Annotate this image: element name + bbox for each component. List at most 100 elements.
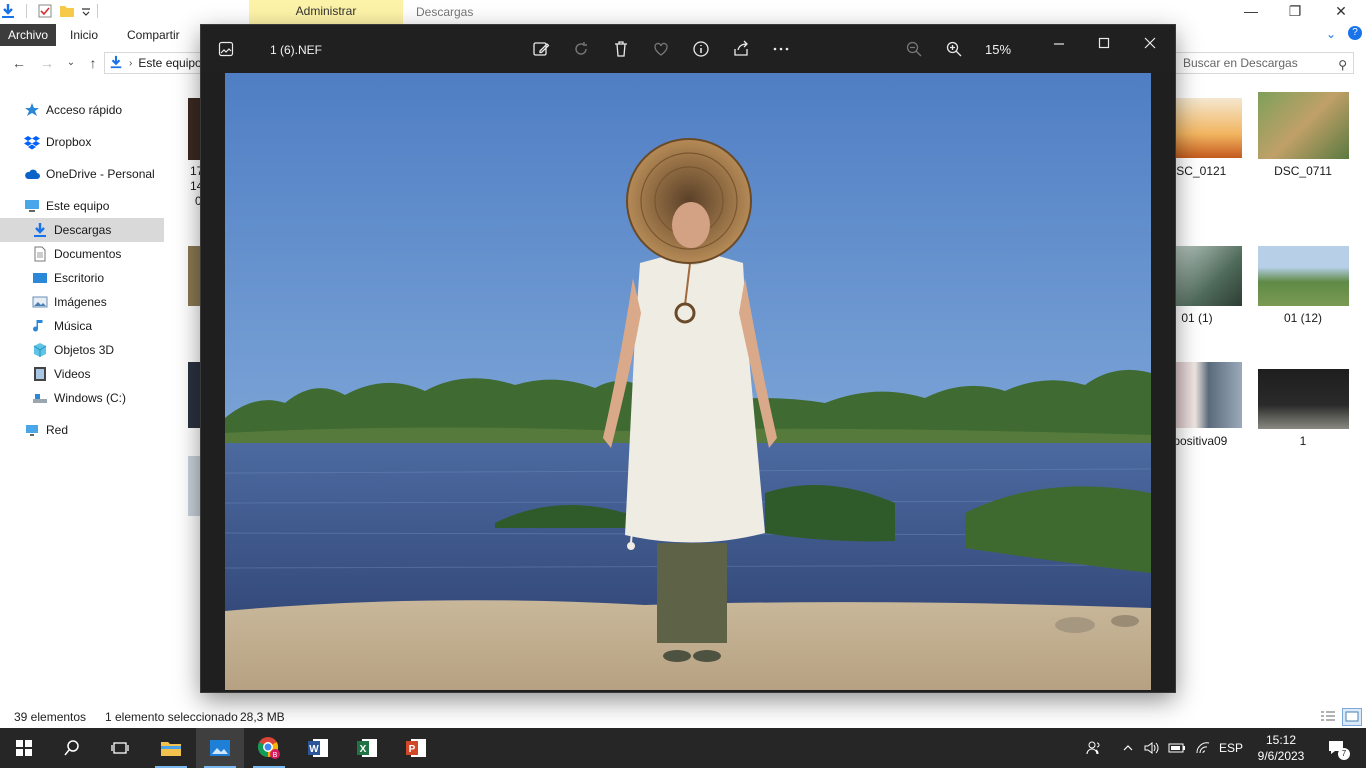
document-icon: [32, 246, 48, 262]
sidebar-item-windows-drive[interactable]: Windows (C:): [0, 386, 164, 410]
restore-button[interactable]: ❐: [1272, 0, 1318, 24]
file-label: 01 (12): [1283, 311, 1323, 325]
volume-icon[interactable]: [1142, 728, 1162, 768]
sidebar-item-desktop[interactable]: Escritorio: [0, 266, 164, 290]
file-thumbnail[interactable]: [188, 98, 202, 160]
file-thumbnail[interactable]: [1175, 246, 1242, 306]
sidebar-item-3d-objects[interactable]: Objetos 3D: [0, 338, 164, 362]
file-thumbnail[interactable]: [188, 246, 202, 306]
word-icon[interactable]: W: [294, 728, 342, 768]
photos-app-icon[interactable]: [196, 728, 244, 768]
more-options-icon[interactable]: [769, 37, 793, 61]
zoom-in-icon[interactable]: [942, 37, 966, 61]
cube-icon: [32, 342, 48, 358]
excel-icon[interactable]: X: [343, 728, 391, 768]
file-label: 1: [1299, 434, 1307, 448]
sidebar-item-documents[interactable]: Documentos: [0, 242, 164, 266]
sidebar-item-quick-access[interactable]: Acceso rápido: [0, 98, 164, 122]
file-thumbnail[interactable]: [1175, 98, 1242, 158]
item-count: 39 elementos: [14, 710, 87, 724]
forward-button[interactable]: →: [38, 54, 56, 72]
search-icon[interactable]: [48, 728, 96, 768]
edit-image-icon[interactable]: [529, 37, 553, 61]
system-clock[interactable]: 15:12 9/6/2023: [1248, 732, 1314, 764]
help-icon[interactable]: ?: [1348, 26, 1362, 40]
delete-icon[interactable]: [609, 37, 633, 61]
clock-date: 9/6/2023: [1257, 749, 1305, 763]
tab-share[interactable]: Compartir: [120, 24, 187, 46]
chevron-right-icon: ›: [129, 57, 133, 69]
wifi-icon[interactable]: [1192, 728, 1214, 768]
search-input[interactable]: Buscar en Descargas ⚲: [1174, 52, 1354, 74]
people-icon[interactable]: [1082, 728, 1106, 768]
sidebar-item-videos[interactable]: Videos: [0, 362, 164, 386]
customize-dropdown-icon[interactable]: [81, 3, 91, 19]
properties-icon[interactable]: [37, 3, 53, 19]
tab-file[interactable]: Archivo: [0, 24, 56, 46]
up-button[interactable]: ↑: [84, 54, 102, 72]
notification-center-icon[interactable]: 7: [1322, 728, 1352, 768]
large-icons-view-icon[interactable]: [1342, 708, 1362, 726]
sidebar-item-downloads[interactable]: Descargas: [0, 218, 164, 242]
network-icon: [24, 422, 40, 438]
battery-icon[interactable]: [1166, 728, 1188, 768]
search-placeholder: Buscar en Descargas: [1183, 56, 1298, 70]
info-icon[interactable]: [689, 37, 713, 61]
download-arrow-icon: [109, 55, 123, 72]
music-icon: [32, 318, 48, 334]
download-arrow-icon[interactable]: [0, 3, 16, 19]
selection-size: 28,3 MB: [240, 710, 285, 724]
file-thumbnail[interactable]: [1258, 369, 1349, 429]
address-path: Este equipo: [138, 56, 202, 70]
tab-home[interactable]: Inicio: [63, 24, 105, 46]
divider: [26, 4, 27, 18]
back-button[interactable]: ←: [10, 54, 28, 72]
favorite-heart-icon[interactable]: [649, 37, 673, 61]
rotate-icon[interactable]: [569, 37, 593, 61]
chevron-up-icon[interactable]: [1118, 728, 1138, 768]
close-button[interactable]: ✕: [1318, 0, 1364, 24]
star-icon: [24, 102, 40, 118]
share-icon[interactable]: [729, 37, 753, 61]
sidebar-item-pictures[interactable]: Imágenes: [0, 290, 164, 314]
gallery-icon[interactable]: [214, 37, 238, 61]
sidebar-item-music[interactable]: Música: [0, 314, 164, 338]
file-thumbnail[interactable]: [188, 456, 202, 516]
sidebar-item-dropbox[interactable]: Dropbox: [0, 130, 164, 154]
selection-info: 1 elemento seleccionado: [105, 710, 238, 724]
navigation-pane: Acceso rápido Dropbox OneDrive - Persona…: [0, 96, 166, 702]
file-thumbnail[interactable]: [1175, 362, 1242, 428]
computer-icon: [24, 198, 40, 214]
input-language[interactable]: ESP: [1216, 728, 1246, 768]
file-thumbnail[interactable]: [1258, 92, 1349, 159]
sidebar-item-network[interactable]: Red: [0, 418, 164, 442]
file-explorer-icon[interactable]: [147, 728, 195, 768]
sidebar-item-onedrive[interactable]: OneDrive - Personal: [0, 162, 164, 186]
zoom-out-icon[interactable]: [902, 37, 926, 61]
sidebar-item-this-pc[interactable]: Este equipo: [0, 194, 164, 218]
displayed-photo[interactable]: [225, 73, 1151, 690]
notification-badge: 7: [1338, 748, 1350, 760]
status-bar: 39 elementos 1 elemento seleccionado 28,…: [0, 706, 1366, 728]
recent-locations-dropdown[interactable]: ⌄: [62, 54, 80, 72]
start-button[interactable]: [0, 728, 48, 768]
new-folder-icon[interactable]: [59, 3, 75, 19]
address-bar[interactable]: › Este equipo: [104, 52, 204, 74]
file-thumbnail[interactable]: [188, 362, 202, 428]
viewer-maximize-button[interactable]: [1092, 31, 1116, 55]
viewer-toolbar: 1 (6).NEF 15%: [201, 25, 1175, 73]
desktop-icon: [32, 270, 48, 286]
search-icon: ⚲: [1338, 58, 1347, 72]
svg-text:X: X: [360, 744, 367, 755]
chrome-icon[interactable]: B: [245, 728, 293, 768]
file-thumbnail[interactable]: [1258, 246, 1349, 306]
minimize-button[interactable]: —: [1228, 0, 1274, 24]
viewer-close-button[interactable]: [1138, 31, 1162, 55]
window-title: Descargas: [416, 5, 474, 19]
viewer-minimize-button[interactable]: [1047, 31, 1071, 55]
task-view-icon[interactable]: [96, 728, 144, 768]
contextual-tab-manage[interactable]: Administrar: [249, 0, 403, 24]
powerpoint-icon[interactable]: P: [392, 728, 440, 768]
divider: [97, 4, 98, 18]
chevron-down-icon[interactable]: ⌄: [1326, 27, 1336, 41]
